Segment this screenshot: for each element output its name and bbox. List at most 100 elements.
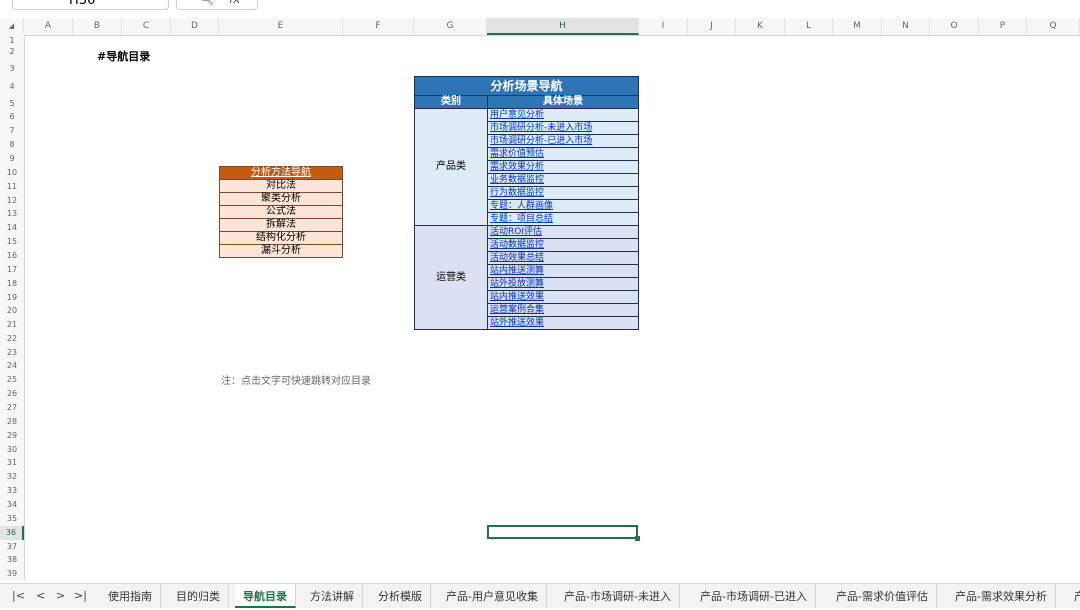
row-header[interactable]: 28 [0,416,24,427]
row-header[interactable]: 22 [0,333,24,344]
scene-link[interactable]: 站外推送效果 [487,316,639,330]
row-header[interactable]: 5 [0,98,24,109]
scene-link[interactable]: 站内推送效果 [487,290,639,304]
tab-user-feedback[interactable]: 产品-用户意见收集 [438,584,547,608]
row-header[interactable]: 24 [0,360,24,371]
tab-templates[interactable]: 分析模版 [370,584,431,608]
row-header[interactable]: 2 [0,46,24,57]
scene-link[interactable]: 专题：人群画像 [487,199,639,213]
scene-link[interactable]: 站内推送测算 [487,264,639,278]
row-header[interactable]: 10 [0,167,24,178]
column-header-c[interactable]: C [122,18,171,35]
scene-link[interactable]: 行为数据监控 [487,186,639,200]
method-link[interactable]: 聚类分析 [219,192,343,206]
method-link[interactable]: 公式法 [219,205,343,219]
tab-overflow[interactable]: 产 [1066,584,1080,608]
row-header[interactable]: 39 [0,568,24,579]
tab-nav-directory[interactable]: 导航目录 [235,584,296,608]
column-header-i[interactable]: I [639,18,688,35]
row-header[interactable]: 23 [0,347,24,358]
column-header-o[interactable]: O [930,18,979,35]
row-header[interactable]: 18 [0,278,24,289]
row-header[interactable]: 12 [0,195,24,206]
method-link[interactable]: 对比法 [219,179,343,193]
row-header[interactable]: 38 [0,554,24,565]
scene-link[interactable]: 运营案例合集 [487,303,639,317]
row-header[interactable]: 33 [0,485,24,496]
row-header[interactable]: 30 [0,444,24,455]
row-header[interactable]: 13 [0,208,24,219]
row-header[interactable]: 17 [0,264,24,275]
methods-nav-title[interactable]: 分析方法导航 [219,166,343,180]
row-header[interactable]: 8 [0,139,24,150]
method-link[interactable]: 拆解法 [219,218,343,232]
row-header[interactable]: 34 [0,499,24,510]
row-header[interactable]: 19 [0,292,24,303]
scene-link[interactable]: 用户意见分析 [487,108,639,122]
scene-link[interactable]: 需求价值预估 [487,147,639,161]
tab-demand-value[interactable]: 产品-需求价值评估 [828,584,937,608]
row-header[interactable]: 14 [0,222,24,233]
scene-link[interactable]: 市场调研分析-未进入市场 [487,121,639,135]
tab-purpose[interactable]: 目的归类 [168,584,229,608]
method-link[interactable]: 漏斗分析 [219,244,343,258]
column-header-d[interactable]: D [171,18,219,35]
chevron-down-icon[interactable]: ⌄ [152,0,160,3]
row-header[interactable]: 27 [0,402,24,413]
scene-link[interactable]: 活动数据监控 [487,238,639,252]
tab-market-not-entered[interactable]: 产品-市场调研-未进入 [556,584,680,608]
row-header[interactable]: 31 [0,457,24,468]
scene-link[interactable]: 需求效果分析 [487,160,639,174]
row-header[interactable]: 20 [0,305,24,316]
row-header[interactable]: 15 [0,236,24,247]
column-header-q[interactable]: Q [1027,18,1080,35]
magnifier-icon[interactable]: 🔍︎ [199,0,214,6]
fill-handle[interactable] [635,536,640,541]
name-box[interactable]: H36 ⌄ [12,0,169,10]
column-header-j[interactable]: J [688,18,736,35]
column-header-a[interactable]: A [24,18,73,35]
row-header[interactable]: 1 [0,35,24,46]
tab-methods[interactable]: 方法讲解 [302,584,363,608]
column-header-f[interactable]: F [343,18,414,35]
column-header-m[interactable]: M [833,18,882,35]
scene-link[interactable]: 专题：项目总结 [487,212,639,226]
column-header-p[interactable]: P [979,18,1027,35]
row-header[interactable]: 29 [0,430,24,441]
column-header-n[interactable]: N [882,18,930,35]
row-header[interactable]: 16 [0,250,24,261]
column-header-h[interactable]: H [487,18,639,35]
select-all-corner[interactable]: ◢ [0,18,24,35]
row-header[interactable]: 35 [0,513,24,524]
scene-link[interactable]: 业务数据监控 [487,173,639,187]
column-header-b[interactable]: B [73,18,122,35]
row-header[interactable]: 9 [0,153,24,164]
row-header[interactable]: 26 [0,388,24,399]
row-header[interactable]: 4 [0,81,24,92]
row-header[interactable]: 21 [0,319,24,330]
selected-cell[interactable] [487,525,640,541]
scene-link[interactable]: 活动ROI评估 [487,225,639,239]
row-header[interactable]: 3 [0,63,24,74]
row-header[interactable]: 32 [0,471,24,482]
column-header-e[interactable]: E [219,18,343,35]
row-header[interactable]: 7 [0,125,24,136]
prev-sheet-icon[interactable]: < [36,589,45,602]
first-sheet-icon[interactable]: |< [12,589,25,602]
tab-demand-effect[interactable]: 产品-需求效果分析 [947,584,1056,608]
last-sheet-icon[interactable]: >| [74,589,87,602]
next-sheet-icon[interactable]: > [56,589,65,602]
tab-usage-guide[interactable]: 使用指南 [100,584,161,608]
row-header-selected[interactable]: 36 [0,526,24,540]
column-header-k[interactable]: K [736,18,785,35]
column-header-l[interactable]: L [785,18,833,35]
scene-link[interactable]: 站外投放测算 [487,277,639,291]
scene-link[interactable]: 市场调研分析-已进入市场 [487,134,639,148]
method-link[interactable]: 结构化分析 [219,231,343,245]
formula-input[interactable]: 🔍︎ fx [176,0,258,10]
row-header[interactable]: 11 [0,181,24,192]
row-header[interactable]: 6 [0,111,24,122]
row-header[interactable]: 25 [0,374,24,385]
row-header[interactable]: 37 [0,541,24,552]
tab-market-entered[interactable]: 产品-市场调研-已进入 [692,584,816,608]
